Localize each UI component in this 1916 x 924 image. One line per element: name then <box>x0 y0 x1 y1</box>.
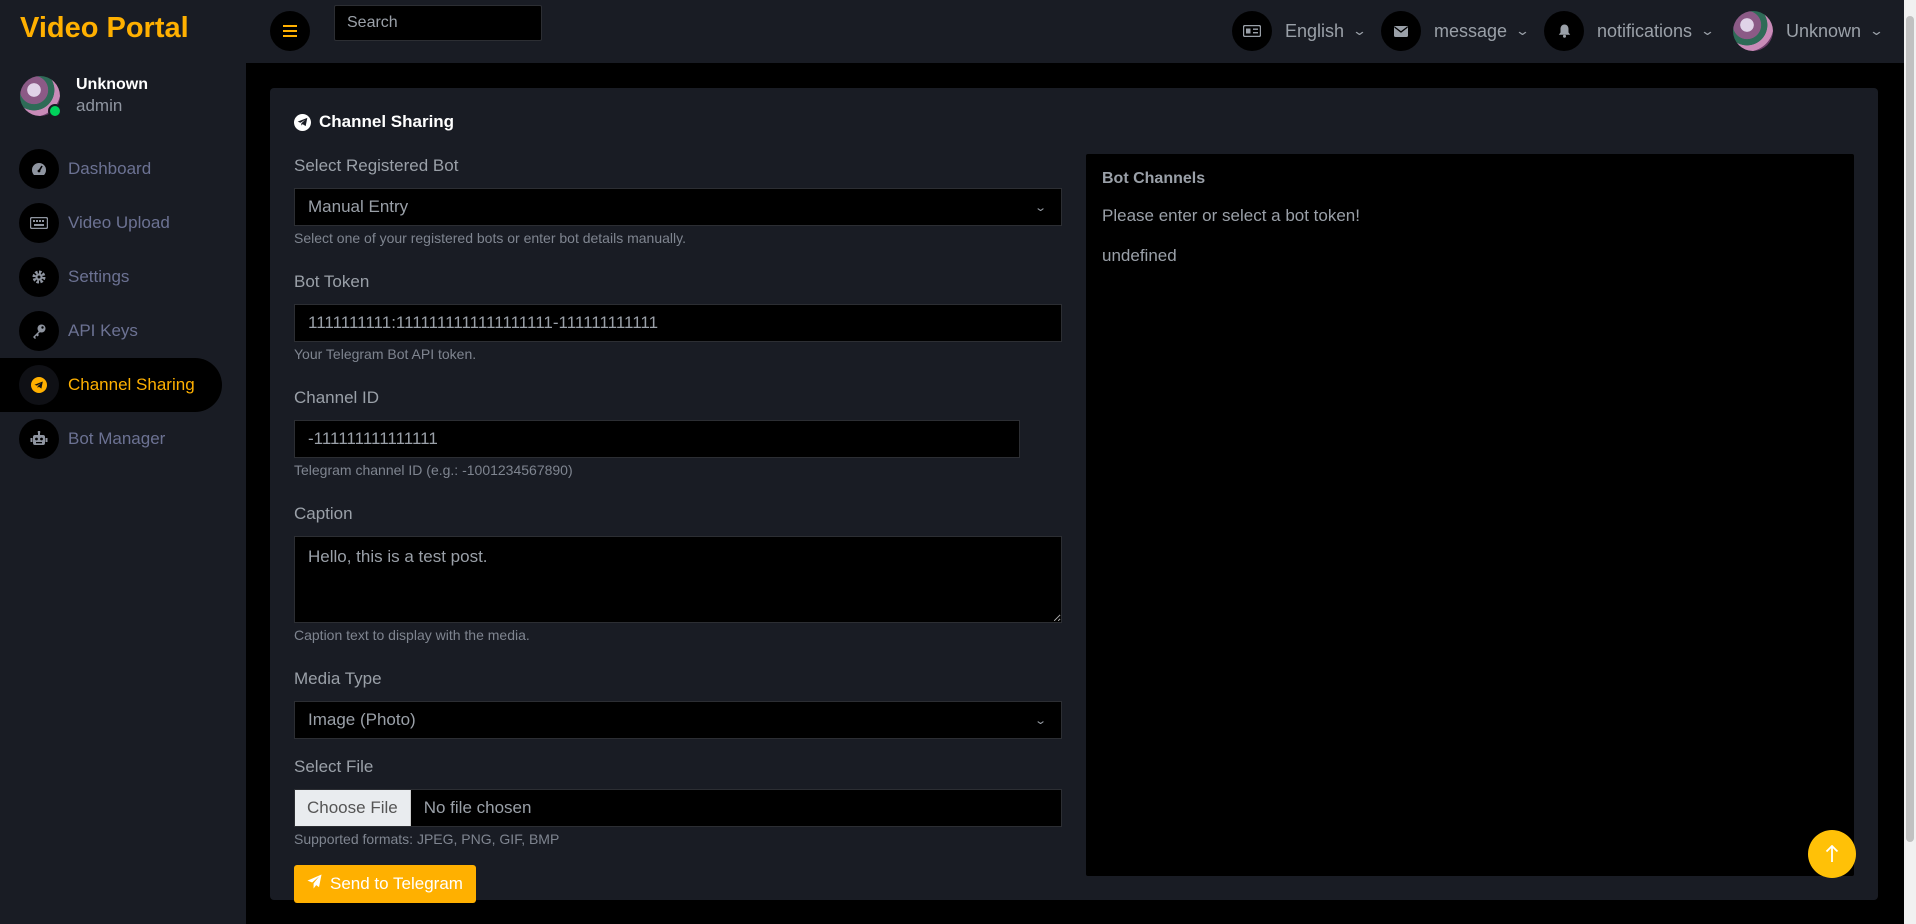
sidebar-item-video-upload[interactable]: Video Upload <box>0 196 222 250</box>
gear-icon <box>19 257 59 297</box>
file-group: Select File Choose File No file chosen S… <box>294 757 1062 849</box>
media-type-label: Media Type <box>294 669 382 688</box>
language-icon <box>1232 11 1272 51</box>
bot-token-group: Bot Token 1111111111:1111111111111111111… <box>294 272 1062 364</box>
page-scrollbar[interactable] <box>1904 0 1916 924</box>
sidebar-item-channel-sharing[interactable]: Channel Sharing <box>0 358 222 412</box>
telegram-icon <box>294 113 311 131</box>
sidebar-item-label: Dashboard <box>68 159 152 178</box>
caption-label: Caption <box>294 504 353 523</box>
bot-select[interactable]: Manual Entry ⌄ <box>294 188 1062 226</box>
online-status-dot <box>48 104 62 118</box>
user-dropdown[interactable]: Unknown ⌄ <box>1733 11 1885 51</box>
card-title: Channel Sharing <box>294 112 454 132</box>
channel-sharing-form: Select Registered Bot Manual Entry ⌄ Sel… <box>294 156 1062 903</box>
chevron-down-icon: ⌄ <box>1699 23 1716 38</box>
send-button-label: Send to Telegram <box>330 874 463 893</box>
sidebar-item-bot-manager[interactable]: Bot Manager <box>0 412 222 466</box>
channel-id-group: Channel ID -111111111111111 Telegram cha… <box>294 388 1062 480</box>
chevron-down-icon: ⌄ <box>1514 23 1531 38</box>
message-label: message <box>1434 20 1508 41</box>
arrow-up-icon <box>1825 845 1839 862</box>
file-label: Select File <box>294 757 374 776</box>
chevron-down-icon: ⌄ <box>1033 714 1047 727</box>
sidebar-item-label: Channel Sharing <box>68 375 195 394</box>
message-dropdown[interactable]: message ⌄ <box>1381 11 1531 51</box>
sidebar-item-dashboard[interactable]: Dashboard <box>0 142 222 196</box>
bot-channels-message: Please enter or select a bot token! <box>1102 206 1360 225</box>
sidebar-item-label: Settings <box>68 267 130 286</box>
caption-group: Caption Hello, this is a test post. Capt… <box>294 504 1062 645</box>
bot-select-label: Select Registered Bot <box>294 156 459 175</box>
bot-token-value: 1111111111:1111111111111111111-111111111… <box>308 313 659 332</box>
sidebar-item-label: Video Upload <box>68 213 170 232</box>
sidebar: Video Portal Unknown admin Dashboard Vid… <box>0 0 246 924</box>
bot-token-help: Your Telegram Bot API token. <box>294 346 477 362</box>
topbar: English ⌄ message ⌄ notifications ⌄ Unkn… <box>246 0 1904 63</box>
scroll-to-top-button[interactable] <box>1808 830 1856 878</box>
key-icon <box>19 311 59 351</box>
bot-select-group: Select Registered Bot Manual Entry ⌄ Sel… <box>294 156 1062 248</box>
bot-select-value: Manual Entry <box>308 197 409 216</box>
channel-id-help: Telegram channel ID (e.g.: -100123456789… <box>294 462 573 478</box>
bot-token-label: Bot Token <box>294 272 370 291</box>
language-dropdown[interactable]: English ⌄ <box>1232 11 1368 51</box>
gauge-icon <box>19 149 59 189</box>
channel-id-label: Channel ID <box>294 388 380 407</box>
brand-title[interactable]: Video Portal <box>20 10 189 46</box>
bot-token-input[interactable]: 1111111111:1111111111111111111-111111111… <box>294 304 1062 342</box>
channel-id-value: -111111111111111 <box>308 429 438 448</box>
bell-icon <box>1544 11 1584 51</box>
paper-plane-icon <box>307 874 322 894</box>
bot-channels-extra: undefined <box>1102 246 1177 265</box>
media-type-select[interactable]: Image (Photo) ⌄ <box>294 701 1062 739</box>
choose-file-button[interactable]: Choose File <box>295 790 411 826</box>
file-status: No file chosen <box>423 798 532 817</box>
bot-channels-title: Bot Channels <box>1102 170 1206 187</box>
file-input[interactable]: Choose File No file chosen <box>294 789 1062 827</box>
send-to-telegram-button[interactable]: Send to Telegram <box>294 865 476 903</box>
bot-channels-panel: Bot Channels Please enter or select a bo… <box>1086 154 1854 876</box>
media-type-value: Image (Photo) <box>308 710 416 729</box>
channel-id-input[interactable]: -111111111111111 <box>294 420 1020 458</box>
media-type-group: Media Type Image (Photo) ⌄ <box>294 669 1062 739</box>
sidebar-nav: Dashboard Video Upload Settings API Keys… <box>0 142 246 466</box>
sidebar-item-api-keys[interactable]: API Keys <box>0 304 222 358</box>
caption-textarea[interactable]: Hello, this is a test post. <box>294 536 1062 623</box>
keyboard-icon <box>19 203 59 243</box>
profile-name: Unknown <box>76 76 148 93</box>
sidebar-item-settings[interactable]: Settings <box>0 250 222 304</box>
avatar <box>20 76 62 118</box>
profile: Unknown admin <box>20 74 240 120</box>
envelope-icon <box>1381 11 1421 51</box>
chevron-down-icon: ⌄ <box>1351 23 1368 38</box>
file-help: Supported formats: JPEG, PNG, GIF, BMP <box>294 831 560 847</box>
card-title-text: Channel Sharing <box>319 112 455 131</box>
notifications-label: notifications <box>1597 20 1693 41</box>
avatar <box>1733 11 1773 51</box>
robot-icon <box>19 419 59 459</box>
user-label: Unknown <box>1786 20 1862 41</box>
chevron-down-icon: ⌄ <box>1868 23 1885 38</box>
notifications-dropdown[interactable]: notifications ⌄ <box>1544 11 1716 51</box>
channel-sharing-card: Channel Sharing Select Registered Bot Ma… <box>270 88 1878 903</box>
sidebar-item-label: Bot Manager <box>68 429 166 448</box>
sidebar-item-label: API Keys <box>68 321 138 340</box>
telegram-icon <box>19 365 59 405</box>
hamburger-icon <box>283 25 297 37</box>
scrollbar-thumb[interactable] <box>1906 16 1914 842</box>
caption-help: Caption text to display with the media. <box>294 627 530 643</box>
menu-toggle-button[interactable] <box>270 11 310 51</box>
profile-role: admin <box>76 96 123 115</box>
language-label: English <box>1285 20 1345 41</box>
search-input[interactable] <box>334 5 542 41</box>
chevron-down-icon: ⌄ <box>1033 201 1047 214</box>
bot-select-help: Select one of your registered bots or en… <box>294 230 686 246</box>
